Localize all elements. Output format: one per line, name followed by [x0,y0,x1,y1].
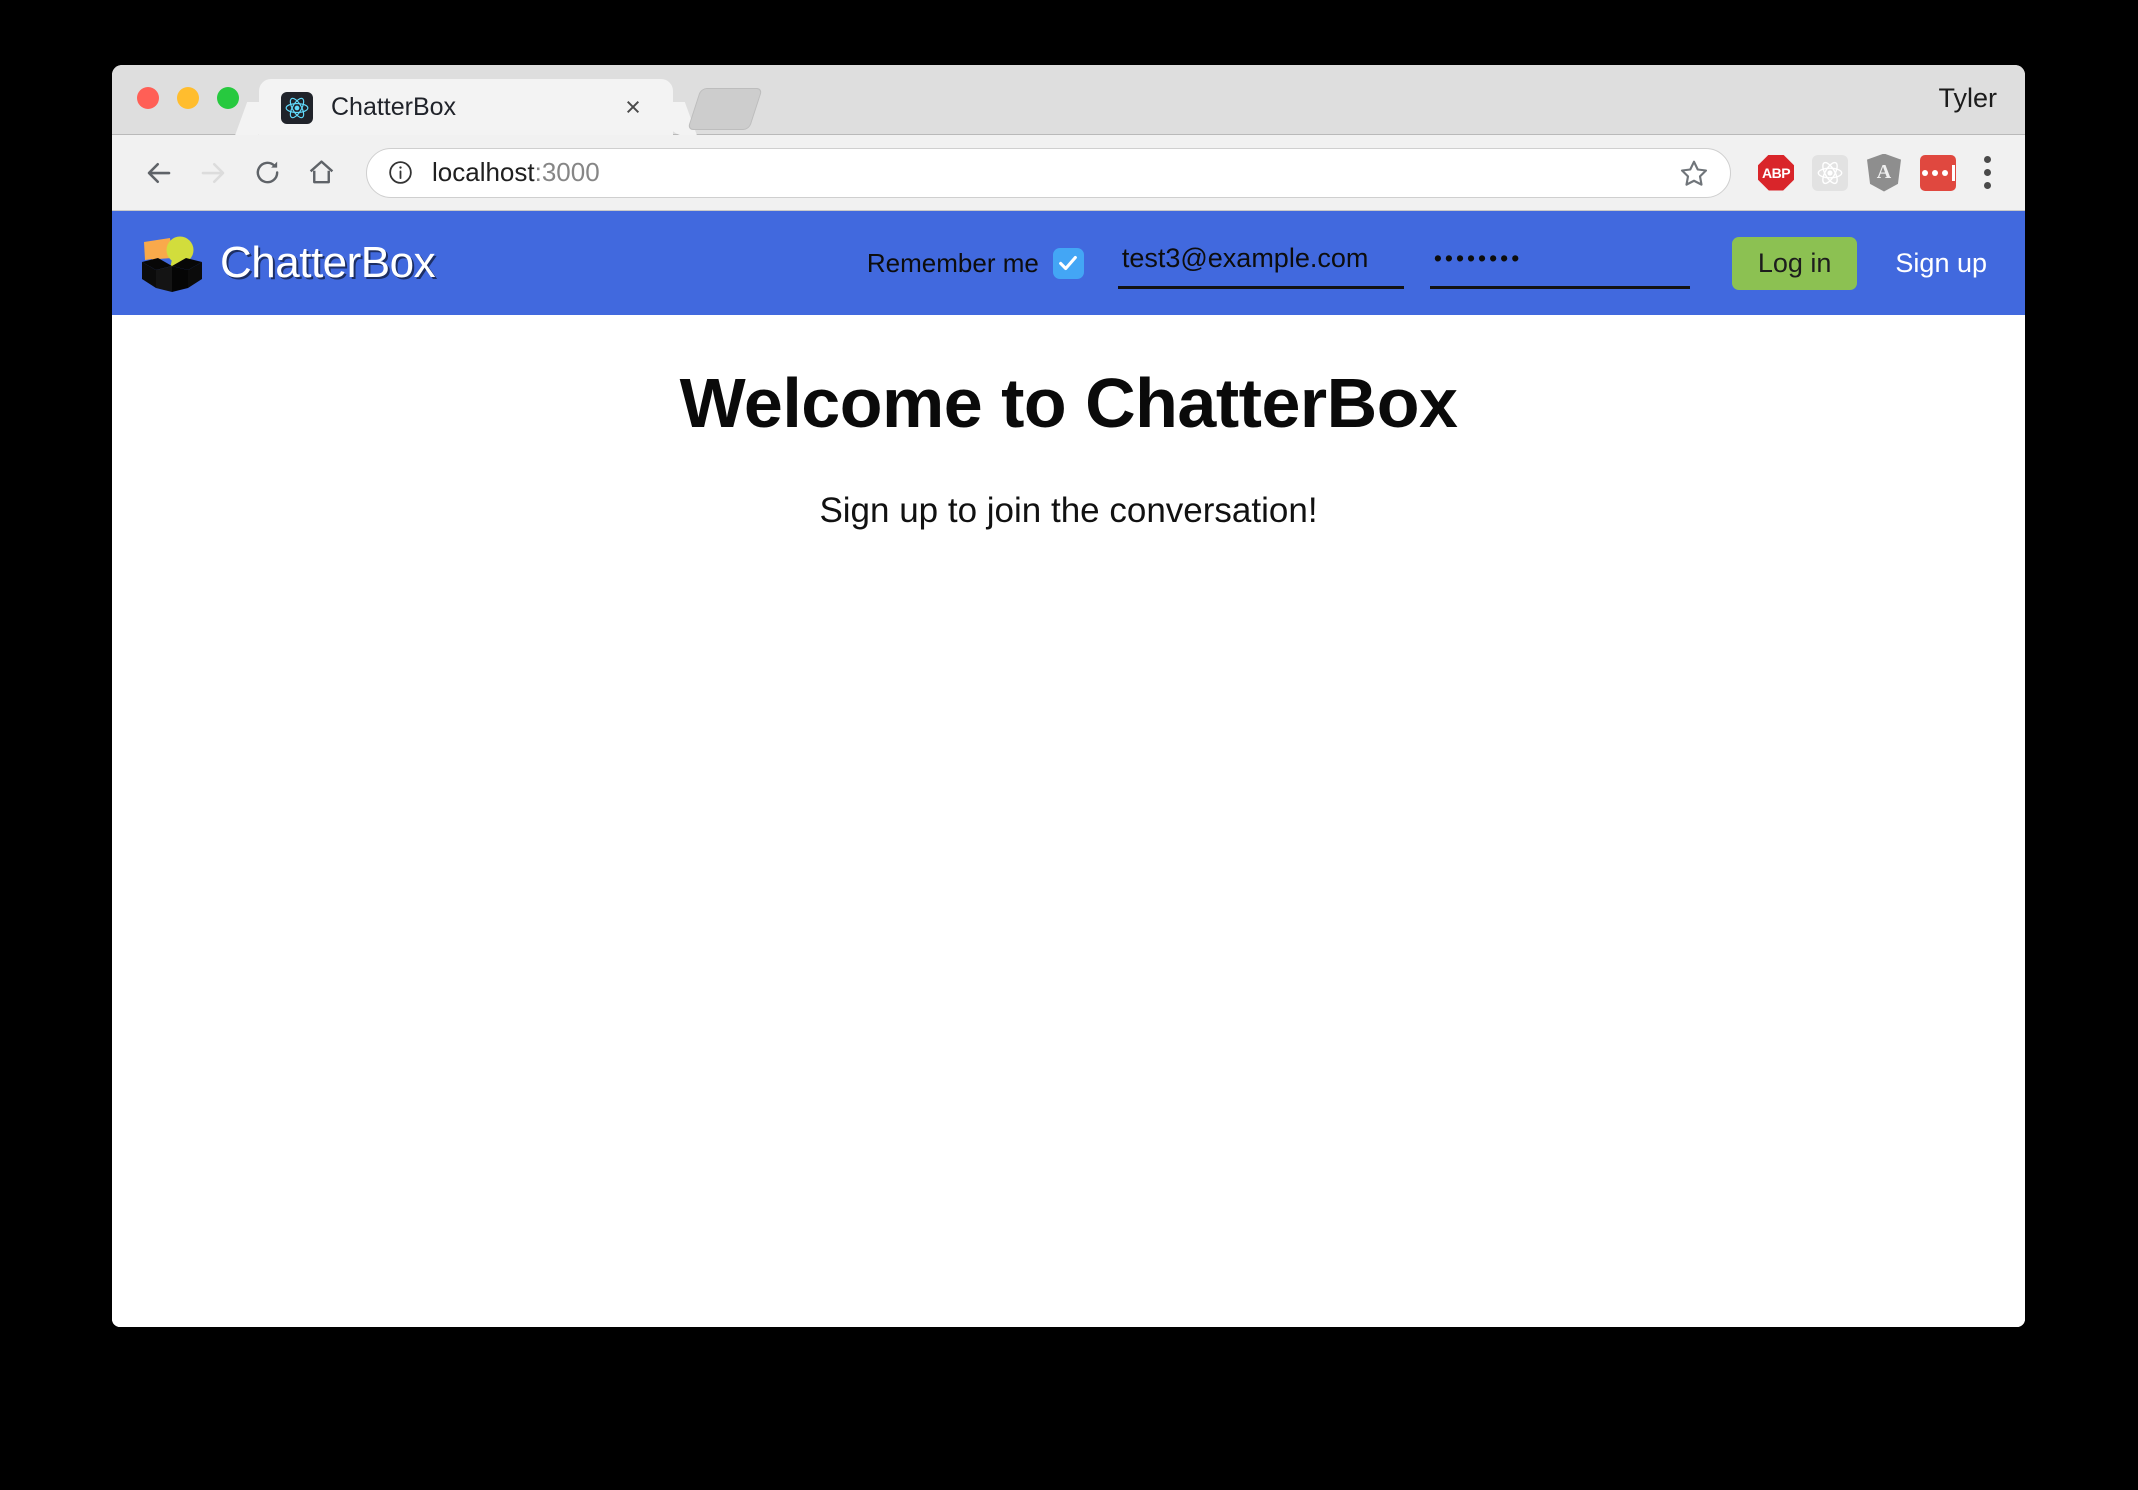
kebab-menu-icon[interactable] [1967,151,2007,195]
window-controls [137,87,239,109]
browser-window: ChatterBox × Tyler localhost:3000 ABP A … [112,65,2025,1327]
angular-letter: A [1867,153,1901,192]
checkmark-icon [1059,255,1078,271]
close-tab-button[interactable]: × [619,94,647,122]
page-title: Welcome to ChatterBox [679,364,1458,442]
forward-arrow-icon [186,146,240,200]
remember-me-label: Remember me [866,247,1039,278]
page-subtitle: Sign up to join the conversation! [819,491,1318,530]
app-navbar: ChatterBox Remember me Log in Sign up [112,211,2025,315]
url-host: localhost [432,157,535,187]
browser-tab-chatterbox[interactable]: ChatterBox × [259,79,673,136]
chatterbox-logo-icon [136,232,208,294]
react-icon [281,91,313,124]
angular-devtools-icon[interactable]: A [1865,153,1903,192]
address-bar-url[interactable]: localhost:3000 [432,157,1674,188]
back-arrow-icon[interactable] [132,146,186,200]
tab-title: ChatterBox [331,93,457,121]
login-form: Remember me Log in Sign up [866,236,1991,290]
url-port: :3000 [534,157,600,187]
signup-button[interactable]: Sign up [1891,237,1991,290]
browser-toolbar: localhost:3000 ABP A [112,135,2025,211]
remember-me-group[interactable]: Remember me [866,247,1084,279]
password-input[interactable] [1429,237,1690,289]
new-tab-button[interactable] [687,88,763,130]
reload-icon[interactable] [240,146,294,200]
page-content: Welcome to ChatterBox Sign up to join th… [112,315,2025,1327]
maximize-window-button[interactable] [217,87,239,109]
redux-devtools-icon[interactable] [1919,154,1957,192]
bookmark-star-icon[interactable] [1674,153,1714,193]
close-window-button[interactable] [137,87,159,109]
adblock-plus-icon[interactable]: ABP [1757,154,1795,192]
tab-strip: ChatterBox × Tyler [112,65,2025,136]
address-bar[interactable]: localhost:3000 [366,147,1731,198]
profile-name[interactable]: Tyler [1938,83,1997,114]
minimize-window-button[interactable] [177,87,199,109]
home-icon[interactable] [294,146,348,200]
info-circle-icon[interactable] [387,159,414,186]
remember-me-checkbox[interactable] [1052,247,1084,279]
extension-icons: ABP A [1757,153,1957,192]
email-input[interactable] [1117,237,1404,289]
login-button[interactable]: Log in [1731,236,1858,290]
brand-name: ChatterBox [220,238,436,287]
brand[interactable]: ChatterBox [136,232,436,294]
adblock-plus-label: ABP [1758,154,1794,191]
react-devtools-icon[interactable] [1811,154,1849,192]
